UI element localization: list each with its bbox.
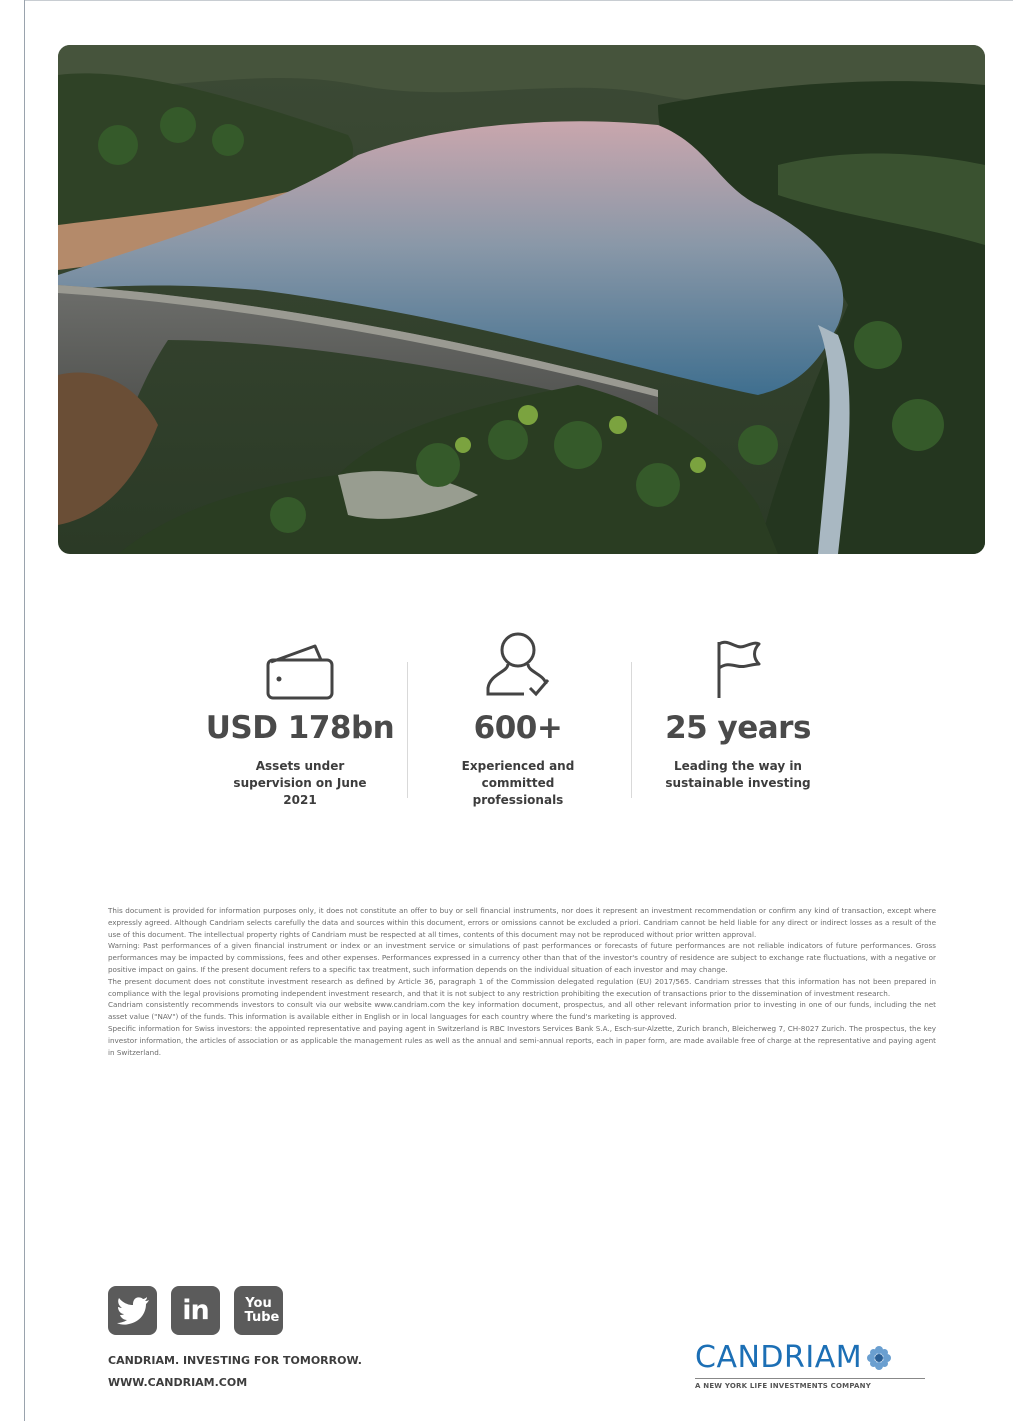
flag-icon (633, 620, 843, 700)
disclaimer-paragraph: This document is provided for informatio… (108, 906, 936, 939)
page-border-left (24, 0, 25, 1421)
hero-image-dam-lake (58, 45, 985, 554)
stat-value: 25 years (665, 710, 811, 746)
disclaimer-paragraph: Warning: Past performances of a given fi… (108, 941, 936, 974)
wallet-icon (195, 620, 405, 700)
disclaimer-paragraph: Specific information for Swiss investors… (108, 1023, 936, 1057)
stat-professionals: 600+ Experienced and committed professio… (413, 620, 623, 809)
stat-divider (631, 662, 632, 798)
landscape-photo (58, 45, 985, 554)
stat-description: Experienced and committed professionals (461, 759, 575, 807)
youtube-icon[interactable]: You Tube (234, 1286, 283, 1335)
stat-years: 25 years Leading the way in sustainable … (633, 620, 843, 792)
disclaimer-paragraph: Candriam consistently recommends investo… (108, 1000, 936, 1022)
stat-description: Leading the way in sustainable investing (665, 759, 811, 790)
legal-disclaimer: This document is provided for informatio… (108, 905, 936, 1058)
stat-value: USD 178bn (205, 710, 395, 746)
footer-website-link[interactable]: WWW.CANDRIAM.COM (108, 1376, 247, 1389)
page-border-top (24, 0, 1013, 1)
twitter-icon[interactable] (108, 1286, 157, 1335)
brand-name: CANDRIAM (695, 1340, 935, 1375)
youtube-label: You Tube (244, 1295, 280, 1325)
stat-assets: USD 178bn Assets under supervision on Ju… (195, 620, 405, 809)
brand-flower-icon (867, 1345, 892, 1370)
stat-divider (407, 662, 408, 798)
linkedin-icon[interactable]: in (171, 1286, 220, 1335)
candriam-logo: CANDRIAM A NEW YORK LIFE INVESTMENTS COM… (695, 1340, 935, 1390)
footer-tagline: CANDRIAM. INVESTING FOR TOMORROW. (108, 1354, 362, 1367)
key-figures: USD 178bn Assets under supervision on Ju… (195, 620, 835, 830)
linkedin-label: in (182, 1295, 210, 1326)
stat-value: 600+ (473, 710, 563, 746)
disclaimer-paragraph: The present document does not constitute… (108, 976, 936, 998)
brand-wordmark: CANDRIAM (695, 1340, 863, 1375)
social-links: in You Tube (108, 1286, 283, 1335)
brand-subtitle: A NEW YORK LIFE INVESTMENTS COMPANY (695, 1378, 925, 1390)
stat-description: Assets under supervision on June 2021 (233, 759, 367, 807)
person-icon (413, 620, 623, 700)
